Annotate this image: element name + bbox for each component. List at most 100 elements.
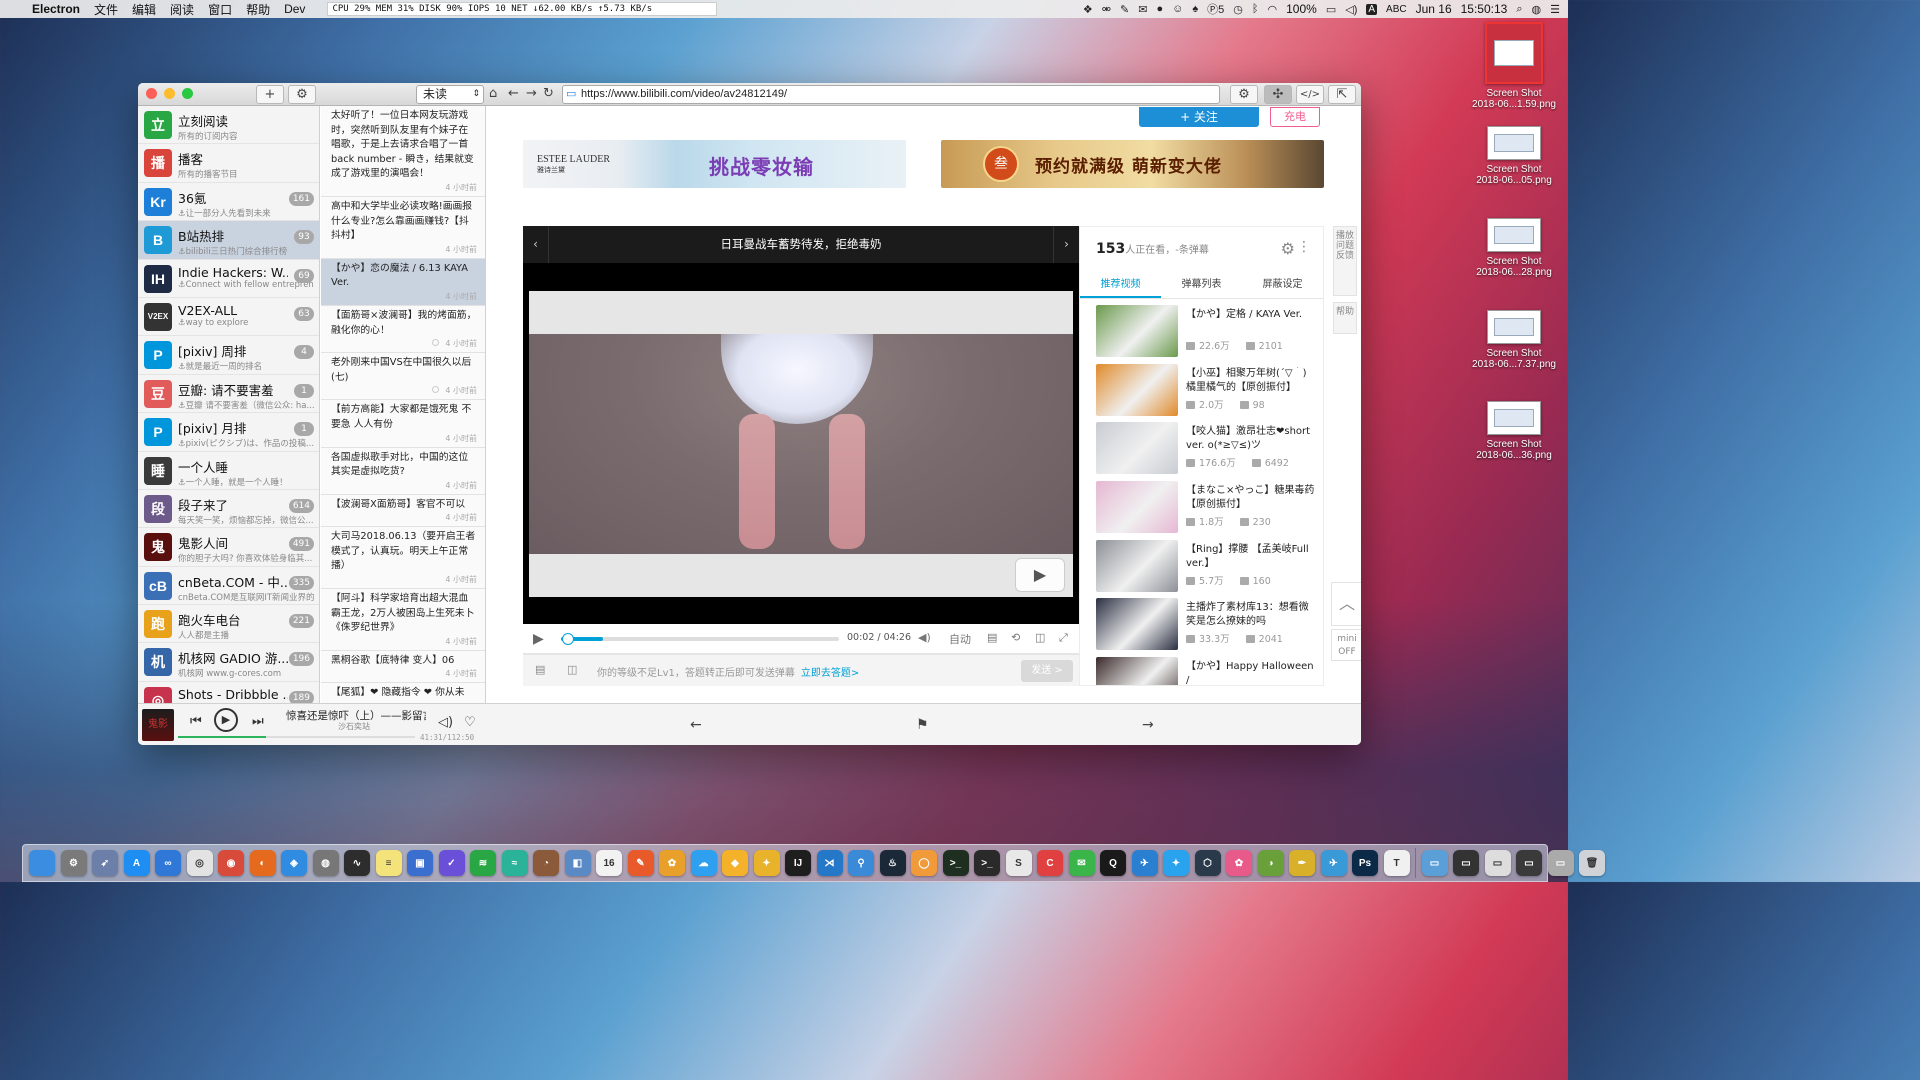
feed-item[interactable]: B B站热排 ⚓bilibili三日热门综合排行榜 93: [138, 221, 319, 260]
feed-item[interactable]: IH Indie Hackers: W... ⚓Connect with fello…: [138, 260, 319, 298]
desktop-file[interactable]: Screen Shot 2018-06...7.37.png: [1466, 310, 1562, 370]
prev-episode-icon[interactable]: ‹: [523, 226, 549, 263]
track-progress[interactable]: [178, 736, 415, 738]
recommended-video[interactable]: 【まなこ×やっこ】糖果毒药【原创振付】 1.8万 230: [1080, 475, 1323, 534]
ad-banner-game[interactable]: 叁 预约就满级 萌新变大佬: [941, 140, 1324, 188]
article-item[interactable]: 【前方高能】大家都是饿死鬼 不要急 人人有份 4 小时前: [321, 400, 485, 448]
settings-button[interactable]: ⚙: [288, 85, 316, 104]
folder-dock-icon[interactable]: ▭: [1421, 850, 1448, 876]
preview-dock-icon[interactable]: ◧: [564, 850, 591, 876]
charge-button[interactable]: 充电: [1270, 107, 1320, 127]
prev-article-icon[interactable]: ←: [690, 717, 702, 733]
desktop-file[interactable]: Screen Shot 2018-06...1.59.png: [1466, 22, 1562, 110]
podcast-cover[interactable]: 鬼影: [142, 709, 174, 741]
finder-dock-icon[interactable]: [29, 850, 55, 876]
menu-edit[interactable]: 编辑: [132, 1, 156, 18]
feed-item[interactable]: Kr 36氪 ⚓让一部分人先看到未来 161: [138, 183, 319, 222]
feed-item[interactable]: 播播客 所有的播客节目: [138, 144, 319, 183]
recommended-video[interactable]: 【かや】定格 / KAYA Ver. 22.6万 2101: [1080, 299, 1323, 358]
photos-dock-icon[interactable]: ✿: [1226, 850, 1252, 876]
wifi-icon[interactable]: ◠: [1268, 3, 1278, 16]
previous-track-icon[interactable]: ⏮: [190, 714, 202, 729]
big-play-icon[interactable]: ▶: [1015, 558, 1065, 592]
source-button[interactable]: </>: [1296, 85, 1324, 104]
photoshop-dock-icon[interactable]: Ps: [1352, 850, 1378, 876]
scrivener-dock-icon[interactable]: S: [1005, 850, 1032, 876]
bird-dock-icon[interactable]: ✈: [1131, 850, 1158, 876]
mini-player-toggle[interactable]: mini OFF: [1331, 629, 1361, 661]
reader-dock-icon[interactable]: ≋: [470, 850, 496, 876]
heart-icon[interactable]: ♡: [464, 715, 476, 730]
terminal-dock-icon[interactable]: >_: [974, 850, 1000, 876]
screens-dock-icon[interactable]: ▣: [407, 850, 433, 876]
article-item[interactable]: 老外刚来中国VS在中国很久以后(七) 4 小时前: [321, 353, 485, 401]
pencil-dock-icon[interactable]: ✎: [627, 850, 654, 876]
dropbox-icon[interactable]: ❖: [1083, 3, 1093, 16]
recommended-video[interactable]: 【かや】Happy Halloween /: [1080, 651, 1323, 685]
tv-icon[interactable]: ◫: [1035, 631, 1045, 644]
video-thumbnail[interactable]: [1096, 305, 1178, 357]
article-item[interactable]: 黑桐谷歌【底特律 变人】06 4 小时前: [321, 651, 485, 684]
intellij-dock-icon[interactable]: IJ: [785, 850, 811, 876]
desktop-file[interactable]: Screen Shot 2018-06...36.png: [1466, 401, 1562, 461]
tag-icon[interactable]: ✎: [1120, 3, 1129, 16]
notes-dock-icon[interactable]: ≡: [375, 850, 402, 876]
feed-item[interactable]: P [pixiv] 周排 ⚓就是最近一周的排名 4: [138, 336, 319, 375]
maps-dock-icon[interactable]: ⚲: [848, 850, 874, 876]
sketchbook-dock-icon[interactable]: ✒: [1289, 850, 1315, 876]
firefox-dock-icon[interactable]: ◐: [249, 850, 276, 876]
article-item[interactable]: 太好听了！一位日本网友玩游戏时，突然听到队友里有个妹子在唱歌，于是上去请求合唱了…: [321, 106, 485, 197]
feedback-tab[interactable]: 播放问题反馈: [1333, 226, 1357, 296]
feed-item[interactable]: P [pixiv] 月排 ⚓pixiv(ピクシブ)は、作品の投稿... 1: [138, 413, 319, 452]
stack-dock-icon[interactable]: ▭: [1547, 850, 1574, 876]
zoom-window-button[interactable]: [182, 88, 193, 99]
url-field[interactable]: ▭ https://www.bilibili.com/video/av248121…: [562, 85, 1220, 104]
mascot-icon[interactable]: ☺: [1172, 3, 1183, 15]
forward-arrow-icon[interactable]: →: [526, 86, 537, 101]
user-icon[interactable]: ◍: [1532, 3, 1542, 16]
notification-icon[interactable]: ●: [1156, 3, 1163, 15]
back-to-top-icon[interactable]: ︿: [1331, 582, 1361, 626]
menu-dev[interactable]: Dev: [284, 2, 305, 16]
chameleon-dock-icon[interactable]: ◑: [1257, 850, 1284, 876]
owl-dock-icon[interactable]: ◔: [533, 850, 559, 876]
open-external-button[interactable]: ⇱: [1328, 85, 1356, 104]
fluid-dock-icon[interactable]: ∞: [155, 850, 181, 876]
qq-dock-icon[interactable]: Q: [1100, 850, 1126, 876]
plane-dock-icon[interactable]: ✈: [1320, 850, 1347, 876]
feed-item[interactable]: 鬼鬼影人间 你的胆子大吗? 你喜欢体验身临其... 491: [138, 528, 319, 567]
clock-date[interactable]: Jun 16: [1416, 2, 1452, 16]
follow-button[interactable]: + 关注: [1139, 107, 1259, 127]
add-feed-button[interactable]: +: [256, 85, 284, 104]
quality-auto[interactable]: 自动: [949, 631, 971, 647]
butterfly-dock-icon[interactable]: ✦: [753, 850, 780, 876]
recommended-video[interactable]: 主播炸了素材库13：想看微笑是怎么撩妹的吗 33.3万 2041: [1080, 592, 1323, 651]
tab-danmaku-list[interactable]: 弹幕列表: [1161, 273, 1242, 298]
feed-item[interactable]: 段段子来了 每天笑一笑，烦恼都忘掉，微信公... 614: [138, 490, 319, 529]
ad-banner-estee[interactable]: ESTEE LAUDER 雅诗兰黛 挑战零妆输: [523, 140, 906, 188]
menu-file[interactable]: 文件: [94, 1, 118, 18]
desktop-file[interactable]: Screen Shot 2018-06...28.png: [1466, 218, 1562, 278]
things-dock-icon[interactable]: ✓: [438, 850, 465, 876]
app-menu-name[interactable]: Electron: [32, 2, 80, 16]
tab-block-settings[interactable]: 屏蔽设定: [1242, 273, 1323, 298]
next-track-icon[interactable]: ⏭: [252, 714, 264, 729]
textedit-dock-icon[interactable]: T: [1383, 850, 1410, 876]
send-danmaku-button[interactable]: 发送 >: [1021, 660, 1073, 682]
coda-dock-icon[interactable]: ≈: [501, 850, 528, 876]
c-app-dock-icon[interactable]: C: [1037, 850, 1063, 876]
article-item[interactable]: 【尾狐】❤ 隐藏指令 ❤ 你从未: [321, 683, 485, 703]
close-window-button[interactable]: [146, 88, 157, 99]
danmaku-style-icon[interactable]: ▤: [535, 663, 545, 676]
article-item[interactable]: 各国虚拟歌手对比，中国的这位其实是虚拟吃货? 4 小时前: [321, 448, 485, 495]
article-item[interactable]: 高中和大学毕业必读攻略!画画报什么专业?怎么靠画画赚钱?【抖抖村】 4 小时前: [321, 197, 485, 259]
spotlight-icon[interactable]: ⌕: [1516, 3, 1522, 16]
recommended-video[interactable]: 【咬人猫】激昂壮志❤short ver. o(*≥▽≤)ツ 176.6万 6492: [1080, 416, 1323, 475]
wechat-dock-icon[interactable]: ✉: [1068, 850, 1095, 876]
time-machine-icon[interactable]: ◷: [1233, 3, 1243, 16]
back-arrow-icon[interactable]: ←: [508, 86, 519, 101]
chrome-dock-icon[interactable]: ◉: [218, 850, 244, 876]
gear-icon[interactable]: ⚙: [1281, 239, 1295, 258]
video-thumbnail[interactable]: [1096, 539, 1178, 592]
danmaku-input[interactable]: 你的等级不足Lv1，答题转正后即可发送弹幕 立即去答题>: [597, 664, 859, 679]
